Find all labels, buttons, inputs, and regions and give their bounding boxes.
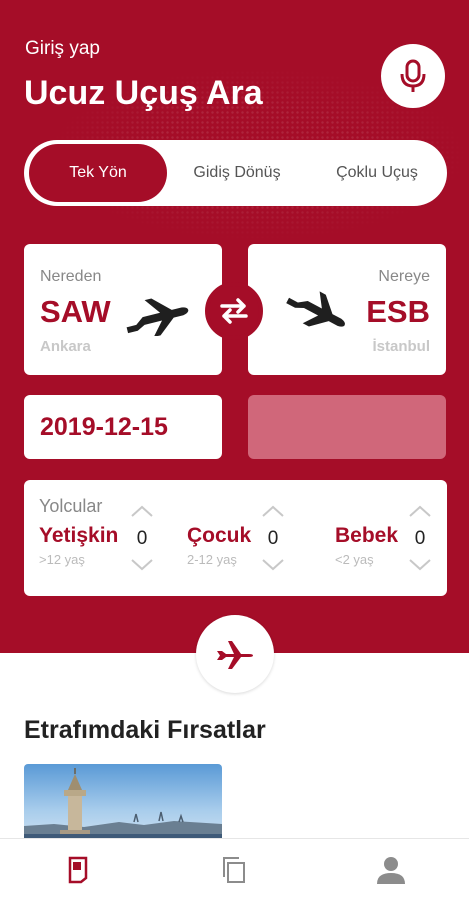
voice-search-button[interactable] (381, 44, 445, 108)
infant-increment-button[interactable] (407, 504, 433, 520)
infant-count: 0 (414, 528, 426, 549)
plane-landing-icon (286, 291, 346, 327)
adult-count: 0 (136, 528, 148, 549)
plane-icon (217, 641, 253, 669)
adult-label: Yetişkin (39, 524, 119, 547)
nav-profile[interactable] (361, 850, 421, 890)
adult-increment-button[interactable] (129, 504, 155, 520)
deals-title: Etrafımdaki Fırsatlar (24, 716, 266, 744)
child-group: Çocuk 2-12 yaş 0 (187, 505, 317, 592)
login-link[interactable]: Giriş yap (25, 38, 100, 60)
chevron-down-icon (262, 559, 284, 571)
child-decrement-button[interactable] (260, 558, 286, 574)
departure-date-field[interactable]: 2019-12-15 (24, 395, 222, 459)
destination-code: ESB (366, 294, 430, 329)
adult-age: >12 yaş (39, 552, 85, 567)
chevron-down-icon (409, 559, 431, 571)
nav-tickets[interactable] (48, 850, 108, 890)
copy-icon (223, 856, 246, 883)
swap-route-button[interactable] (205, 282, 263, 340)
tab-round-trip[interactable]: Gidiş Dönüş (167, 140, 307, 206)
bottom-navigation (0, 838, 469, 900)
chevron-up-icon (131, 505, 153, 517)
infant-age: <2 yaş (335, 552, 374, 567)
plane-takeoff-icon (126, 298, 189, 336)
origin-card[interactable]: Nereden SAW Ankara (24, 244, 222, 375)
infant-stepper: 0 (407, 502, 433, 572)
child-label: Çocuk (187, 524, 252, 547)
deal-card-image[interactable] (24, 764, 222, 842)
adult-group: Yetişkin >12 yaş 0 (39, 505, 169, 592)
destination-city: İstanbul (372, 338, 430, 355)
chevron-down-icon (131, 559, 153, 571)
swap-arrows-icon (220, 298, 248, 324)
search-flights-button[interactable] (196, 615, 274, 693)
page-title: Ucuz Uçuş Ara (24, 74, 263, 112)
person-icon (376, 856, 405, 884)
destination-label: Nereye (378, 268, 430, 285)
microphone-icon (400, 59, 426, 92)
chevron-up-icon (409, 505, 431, 517)
ticket-icon (68, 856, 88, 883)
child-age: 2-12 yaş (187, 552, 237, 567)
return-date-field[interactable] (248, 395, 446, 459)
search-panel: Giriş yap Ucuz Uçuş Ara Tek Yön Gidiş Dö… (0, 0, 469, 653)
adult-decrement-button[interactable] (129, 558, 155, 574)
infant-decrement-button[interactable] (407, 558, 433, 574)
origin-city: Ankara (40, 338, 91, 355)
infant-label: Bebek (335, 524, 399, 547)
child-increment-button[interactable] (260, 504, 286, 520)
passenger-card: Yolcular Yetişkin >12 yaş 0 Çocuk 2-12 y… (24, 480, 447, 596)
departure-date: 2019-12-15 (40, 413, 168, 441)
origin-label: Nereden (40, 268, 102, 285)
tab-one-way[interactable]: Tek Yön (29, 144, 167, 202)
destination-card[interactable]: Nereye ESB İstanbul (248, 244, 446, 375)
chevron-up-icon (262, 505, 284, 517)
child-count: 0 (267, 528, 279, 549)
tab-multi-city[interactable]: Çoklu Uçuş (307, 140, 447, 206)
trip-type-tabs: Tek Yön Gidiş Dönüş Çoklu Uçuş (24, 140, 447, 206)
nav-copy[interactable] (204, 850, 264, 890)
infant-group: Bebek <2 yaş 0 (335, 505, 435, 592)
passengers-title: Yolcular (39, 496, 103, 516)
istanbul-maiden-tower-image (24, 764, 222, 842)
child-stepper: 0 (260, 502, 286, 572)
origin-code: SAW (40, 294, 111, 329)
adult-stepper: 0 (129, 502, 155, 572)
